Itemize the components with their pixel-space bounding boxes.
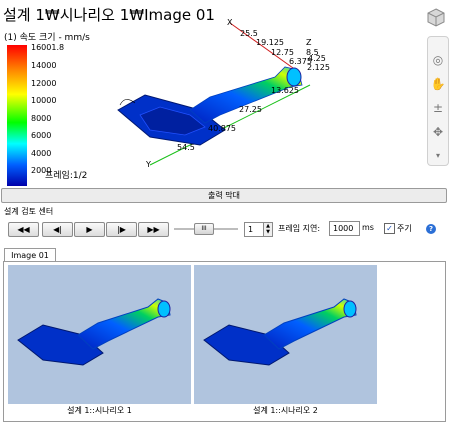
navigation-bar: ◎ ✋ ± ✥ ▾ bbox=[427, 36, 449, 166]
dimension-label: 19.125 bbox=[256, 38, 284, 47]
legend-label: 14000 bbox=[31, 61, 57, 70]
axis-z-label: Z bbox=[306, 38, 312, 47]
legend-label: 4000 bbox=[31, 149, 52, 158]
frame-spinner[interactable]: 1 ▲ ▼ bbox=[244, 222, 273, 237]
view-cube-icon[interactable] bbox=[427, 8, 445, 28]
ms-unit-label: ms bbox=[362, 223, 374, 232]
steering-wheel-icon[interactable]: ◎ bbox=[429, 51, 447, 69]
frame-spinner-value[interactable]: 1 bbox=[248, 223, 253, 236]
output-bar[interactable]: 출력 막대 bbox=[1, 188, 447, 203]
thumbnail-panel: 설계 1::시나리오 1 설계 1::시나리오 2 bbox=[3, 261, 446, 422]
tab-image-01[interactable]: Image 01 bbox=[4, 248, 56, 262]
thumbnail-caption: 설계 1::시나리오 1 bbox=[67, 406, 132, 415]
simulation-model[interactable]: X Y Z 25.5 19.125 12.75 8.5 6.375 4.25 2… bbox=[90, 15, 430, 185]
previous-frame-button[interactable]: ◀| bbox=[42, 222, 73, 237]
axis-x-label: X bbox=[227, 18, 233, 27]
legend-label: 8000 bbox=[31, 114, 52, 123]
spinner-arrows-icon[interactable]: ▲ ▼ bbox=[263, 223, 272, 236]
dimension-label: 4.25 bbox=[308, 54, 326, 63]
thumbnail-caption: 설계 1::시나리오 2 bbox=[253, 406, 318, 415]
zoom-icon[interactable]: ± bbox=[429, 99, 447, 117]
dimension-label: 54.5 bbox=[177, 143, 195, 152]
dimension-label: 40.875 bbox=[208, 124, 236, 133]
dimension-label: 2.125 bbox=[307, 63, 330, 72]
color-legend-bar bbox=[7, 45, 27, 186]
thumbnail-scenario-1[interactable] bbox=[8, 265, 191, 404]
help-icon[interactable]: ? bbox=[426, 224, 436, 234]
dimension-label: 13.625 bbox=[271, 86, 299, 95]
loop-checkbox[interactable]: ✓ bbox=[384, 223, 395, 234]
dimension-label: 12.75 bbox=[271, 48, 294, 57]
slider-thumb[interactable]: III bbox=[194, 223, 214, 235]
pan-hand-icon[interactable]: ✋ bbox=[429, 75, 447, 93]
play-button[interactable]: ▶ bbox=[74, 222, 105, 237]
frame-delay-label: 프레임 지연: bbox=[278, 224, 321, 233]
thumbnail-model-image bbox=[17, 298, 171, 366]
frame-slider[interactable]: III bbox=[174, 223, 238, 235]
next-frame-button[interactable]: |▶ bbox=[106, 222, 137, 237]
legend-label: 16001.8 bbox=[31, 43, 65, 52]
axis-y-label: Y bbox=[145, 160, 151, 169]
legend-subtitle: (1) 속도 크기 - mm/s bbox=[4, 33, 90, 43]
dimension-label: 25.5 bbox=[240, 29, 258, 38]
legend-label: 10000 bbox=[31, 96, 57, 105]
frame-delay-input[interactable]: 1000 bbox=[329, 221, 360, 236]
look-icon[interactable]: ▾ bbox=[429, 147, 447, 165]
orbit-icon[interactable]: ✥ bbox=[429, 123, 447, 141]
last-frame-button[interactable]: ▶▶ bbox=[138, 222, 169, 237]
thumbnail-scenario-2[interactable] bbox=[194, 265, 377, 404]
viewport[interactable]: 설계 1₩시나리오 1₩Image 01 (1) 속도 크기 - mm/s 16… bbox=[0, 0, 449, 186]
loop-label: 주기 bbox=[397, 224, 412, 233]
frame-counter: 프레임:1/2 bbox=[45, 171, 88, 181]
thumbnail-model-image bbox=[203, 298, 357, 366]
legend-label: 6000 bbox=[31, 131, 52, 140]
legend-label: 12000 bbox=[31, 79, 57, 88]
first-frame-button[interactable]: ◀◀ bbox=[8, 222, 39, 237]
review-center-title: 설계 검토 센터 bbox=[4, 207, 54, 216]
dimension-label: 27.25 bbox=[239, 105, 262, 114]
